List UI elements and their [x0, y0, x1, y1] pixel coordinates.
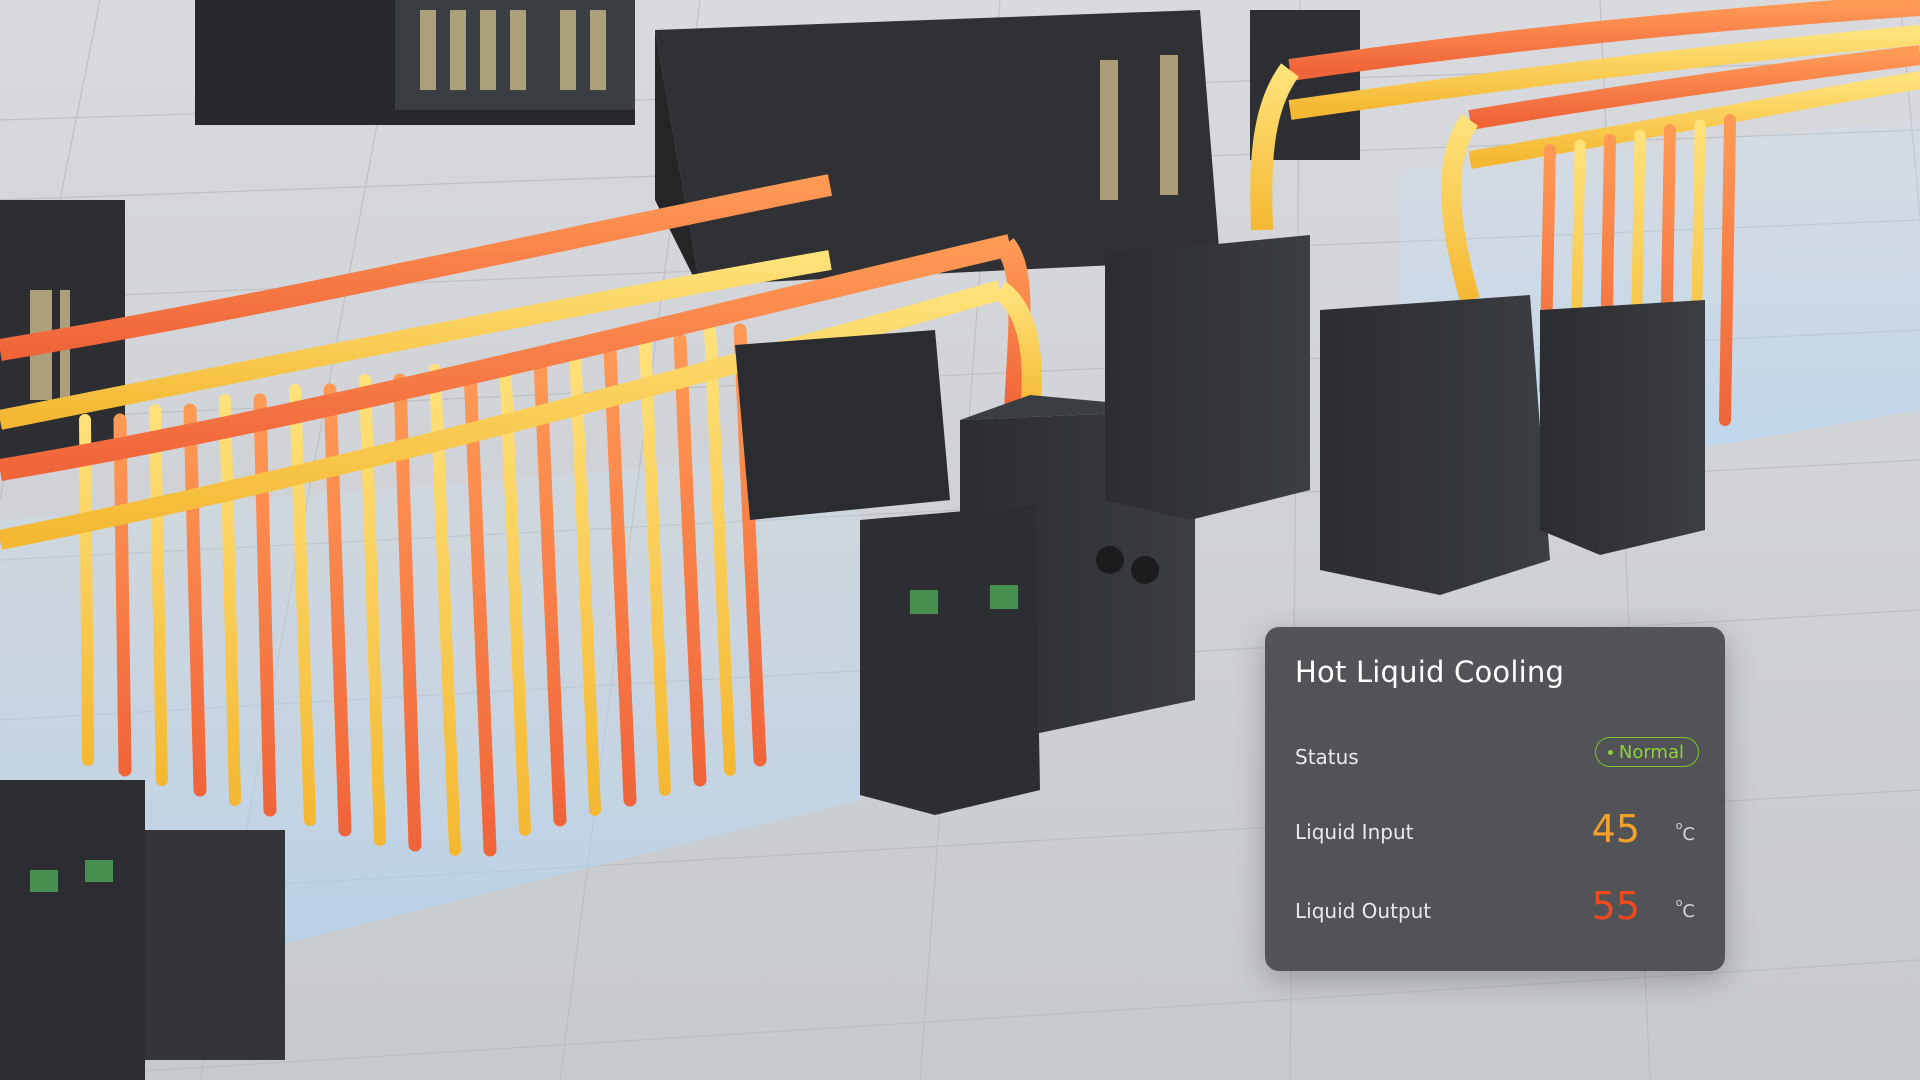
status-badge: Normal — [1594, 737, 1699, 767]
hot-liquid-cooling-panel: Hot Liquid Cooling Status Normal Liquid … — [1265, 627, 1725, 971]
panel-title: Hot Liquid Cooling — [1295, 655, 1565, 689]
liquid-input-value: 45 — [1591, 807, 1640, 851]
status-value: Normal — [1618, 741, 1684, 763]
liquid-output-value: 55 — [1591, 884, 1640, 928]
status-label: Status — [1295, 745, 1359, 769]
liquid-output-unit: oC — [1675, 896, 1695, 922]
liquid-input-unit: oC — [1675, 819, 1695, 845]
status-dot-icon — [1607, 749, 1613, 755]
liquid-input-label: Liquid Input — [1295, 820, 1414, 844]
liquid-output-label: Liquid Output — [1295, 899, 1432, 923]
